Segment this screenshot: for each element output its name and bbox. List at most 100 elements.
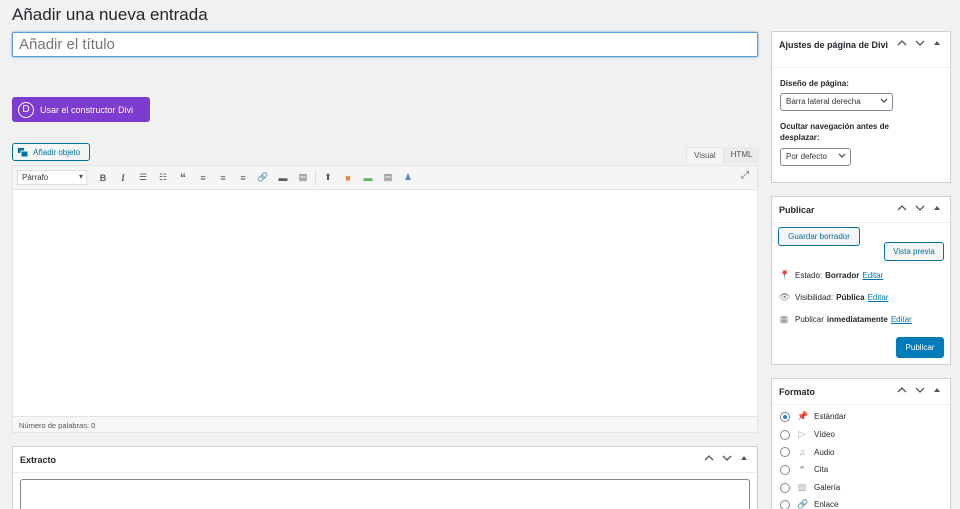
format-header: Formato: [772, 379, 950, 405]
page-layout-label: Diseño de página:: [780, 79, 849, 88]
move-up-icon[interactable]: [704, 454, 715, 462]
format-option-label: Enlace: [814, 500, 839, 509]
page-layout-value: Barra lateral derecha: [786, 97, 861, 106]
read-more-icon[interactable]: ▬: [273, 170, 293, 186]
move-up-icon[interactable]: [897, 386, 908, 394]
add-media-label: Añadir objeto: [33, 147, 81, 157]
pin-icon: 📌: [797, 411, 809, 421]
toggle-panel-icon[interactable]: [933, 39, 944, 47]
chevron-down-icon: [838, 151, 846, 163]
use-divi-builder-button[interactable]: D Usar el constructor Divi: [12, 97, 150, 122]
divi-button-label: Usar el constructor Divi: [40, 104, 134, 115]
music-icon: ♫: [798, 447, 806, 457]
toolbar-toggle-icon[interactable]: ▤: [293, 170, 313, 186]
schedule-label: Publicar: [795, 315, 824, 324]
page-layout-select[interactable]: Barra lateral derecha: [780, 93, 893, 111]
divi-layout-icon[interactable]: ▬: [358, 170, 378, 186]
format-option-label: Vídeo: [814, 430, 835, 439]
save-draft-button[interactable]: Guardar borrador: [778, 227, 860, 246]
editor-toolbar: Párrafo B I ☰ ☷ “ ≡ ≡ ≡ 🔗 ▬ ▤ ⬆ ■ ▬ ▤ ♟ …: [13, 166, 757, 190]
move-up-icon[interactable]: [897, 204, 908, 212]
move-down-icon[interactable]: [915, 39, 926, 47]
edit-status-link[interactable]: Editar: [862, 271, 883, 280]
publish-header: Publicar: [772, 197, 950, 223]
preview-button[interactable]: Vista previa: [884, 242, 944, 261]
radio-standard[interactable]: [780, 411, 790, 422]
align-right-icon[interactable]: ≡: [233, 170, 253, 186]
divi-person-icon[interactable]: ♟: [398, 170, 418, 186]
radio-audio[interactable]: [780, 447, 790, 457]
format-option-audio[interactable]: ♫ Audio: [780, 447, 834, 457]
edit-visibility-link[interactable]: Editar: [868, 293, 889, 302]
excerpt-box: Extracto: [12, 446, 758, 509]
hide-nav-value: Por defecto: [786, 152, 827, 161]
link-icon[interactable]: 🔗: [253, 170, 273, 186]
blockquote-icon[interactable]: “: [173, 170, 193, 186]
radio-gallery[interactable]: [780, 482, 790, 493]
move-down-icon[interactable]: [722, 454, 733, 462]
divi-settings-header: Ajustes de página de Divi: [772, 32, 950, 68]
align-left-icon[interactable]: ≡: [193, 170, 213, 186]
divi-logo-icon: D: [18, 101, 34, 118]
tab-visual[interactable]: Visual: [686, 147, 724, 163]
radio-link[interactable]: [780, 499, 790, 509]
visibility-value: Pública: [836, 293, 865, 302]
bullet-list-icon[interactable]: ☰: [133, 170, 153, 186]
visibility-label: Visibilidad:: [795, 293, 834, 302]
fullscreen-icon[interactable]: ⤢: [741, 170, 749, 181]
toggle-panel-icon[interactable]: [933, 204, 944, 212]
excerpt-textarea[interactable]: [20, 479, 750, 509]
format-option-video[interactable]: ▷ Vídeo: [780, 429, 835, 440]
page-title: Añadir una nueva entrada: [12, 5, 208, 24]
bold-icon[interactable]: B: [93, 170, 113, 186]
editor-tabs: Visual HTML: [686, 147, 760, 163]
add-media-button[interactable]: Añadir objeto: [12, 143, 90, 161]
format-option-label: Galería: [814, 483, 841, 492]
move-down-icon[interactable]: [915, 386, 926, 394]
divi-settings-box: Ajustes de página de Divi Diseño de pági…: [771, 31, 951, 183]
numbered-list-icon[interactable]: ☷: [153, 170, 173, 186]
move-down-icon[interactable]: [915, 204, 926, 212]
publish-button[interactable]: Publicar: [896, 337, 944, 358]
move-up-icon[interactable]: [897, 39, 908, 47]
format-option-link[interactable]: 🔗 Enlace: [780, 499, 838, 509]
shortcode-icon[interactable]: ⬆: [318, 170, 338, 186]
format-option-label: Estándar: [814, 412, 847, 421]
format-option-standard[interactable]: 📌 Estándar: [780, 411, 846, 422]
excerpt-header: Extracto: [13, 447, 757, 473]
visibility-row: 👁 Visibilidad: Pública Editar: [779, 292, 888, 303]
radio-video[interactable]: [780, 429, 790, 440]
format-option-quote[interactable]: ❝ Cita: [780, 464, 828, 475]
format-option-gallery[interactable]: ▨ Galería: [780, 482, 840, 493]
pin-icon: 📍: [779, 270, 791, 280]
divi-divider-icon[interactable]: ▤: [378, 170, 398, 186]
publish-title: Publicar: [779, 204, 815, 215]
toggle-panel-icon[interactable]: [933, 386, 944, 394]
format-title: Formato: [779, 386, 815, 397]
divi-modules-icon[interactable]: ■: [338, 170, 358, 186]
status-value: Borrador: [825, 271, 860, 280]
excerpt-title: Extracto: [20, 454, 57, 465]
gallery-icon: ▨: [797, 482, 807, 492]
media-icon: [18, 147, 29, 157]
word-count: Número de palabras: 0: [13, 416, 757, 432]
toggle-panel-icon[interactable]: [740, 454, 751, 462]
content-editor[interactable]: Párrafo B I ☰ ☷ “ ≡ ≡ ≡ 🔗 ▬ ▤ ⬆ ■ ▬ ▤ ♟ …: [12, 165, 758, 433]
status-label: Estado:: [795, 271, 823, 280]
tab-html[interactable]: HTML: [723, 147, 760, 163]
format-select[interactable]: Párrafo: [17, 170, 87, 185]
eye-icon: 👁: [779, 292, 791, 302]
publish-box: Publicar Guardar borrador Vista previa 📍…: [771, 196, 951, 365]
format-box: Formato 📌 Estándar ▷ Vídeo ♫ Audio ❝ Cit…: [771, 378, 951, 509]
edit-schedule-link[interactable]: Editar: [891, 315, 912, 324]
hide-nav-select[interactable]: Por defecto: [780, 148, 851, 166]
hide-nav-label: Ocultar navegación antes de desplazar:: [780, 122, 889, 142]
divi-settings-title: Ajustes de página de Divi: [779, 40, 889, 50]
status-row: 📍 Estado: Borrador Editar: [779, 270, 883, 281]
radio-quote[interactable]: [780, 464, 790, 475]
italic-icon[interactable]: I: [113, 170, 133, 186]
chevron-down-icon: [880, 96, 888, 108]
post-title-input[interactable]: [12, 32, 758, 57]
align-center-icon[interactable]: ≡: [213, 170, 233, 186]
quote-icon: ❝: [799, 464, 805, 474]
